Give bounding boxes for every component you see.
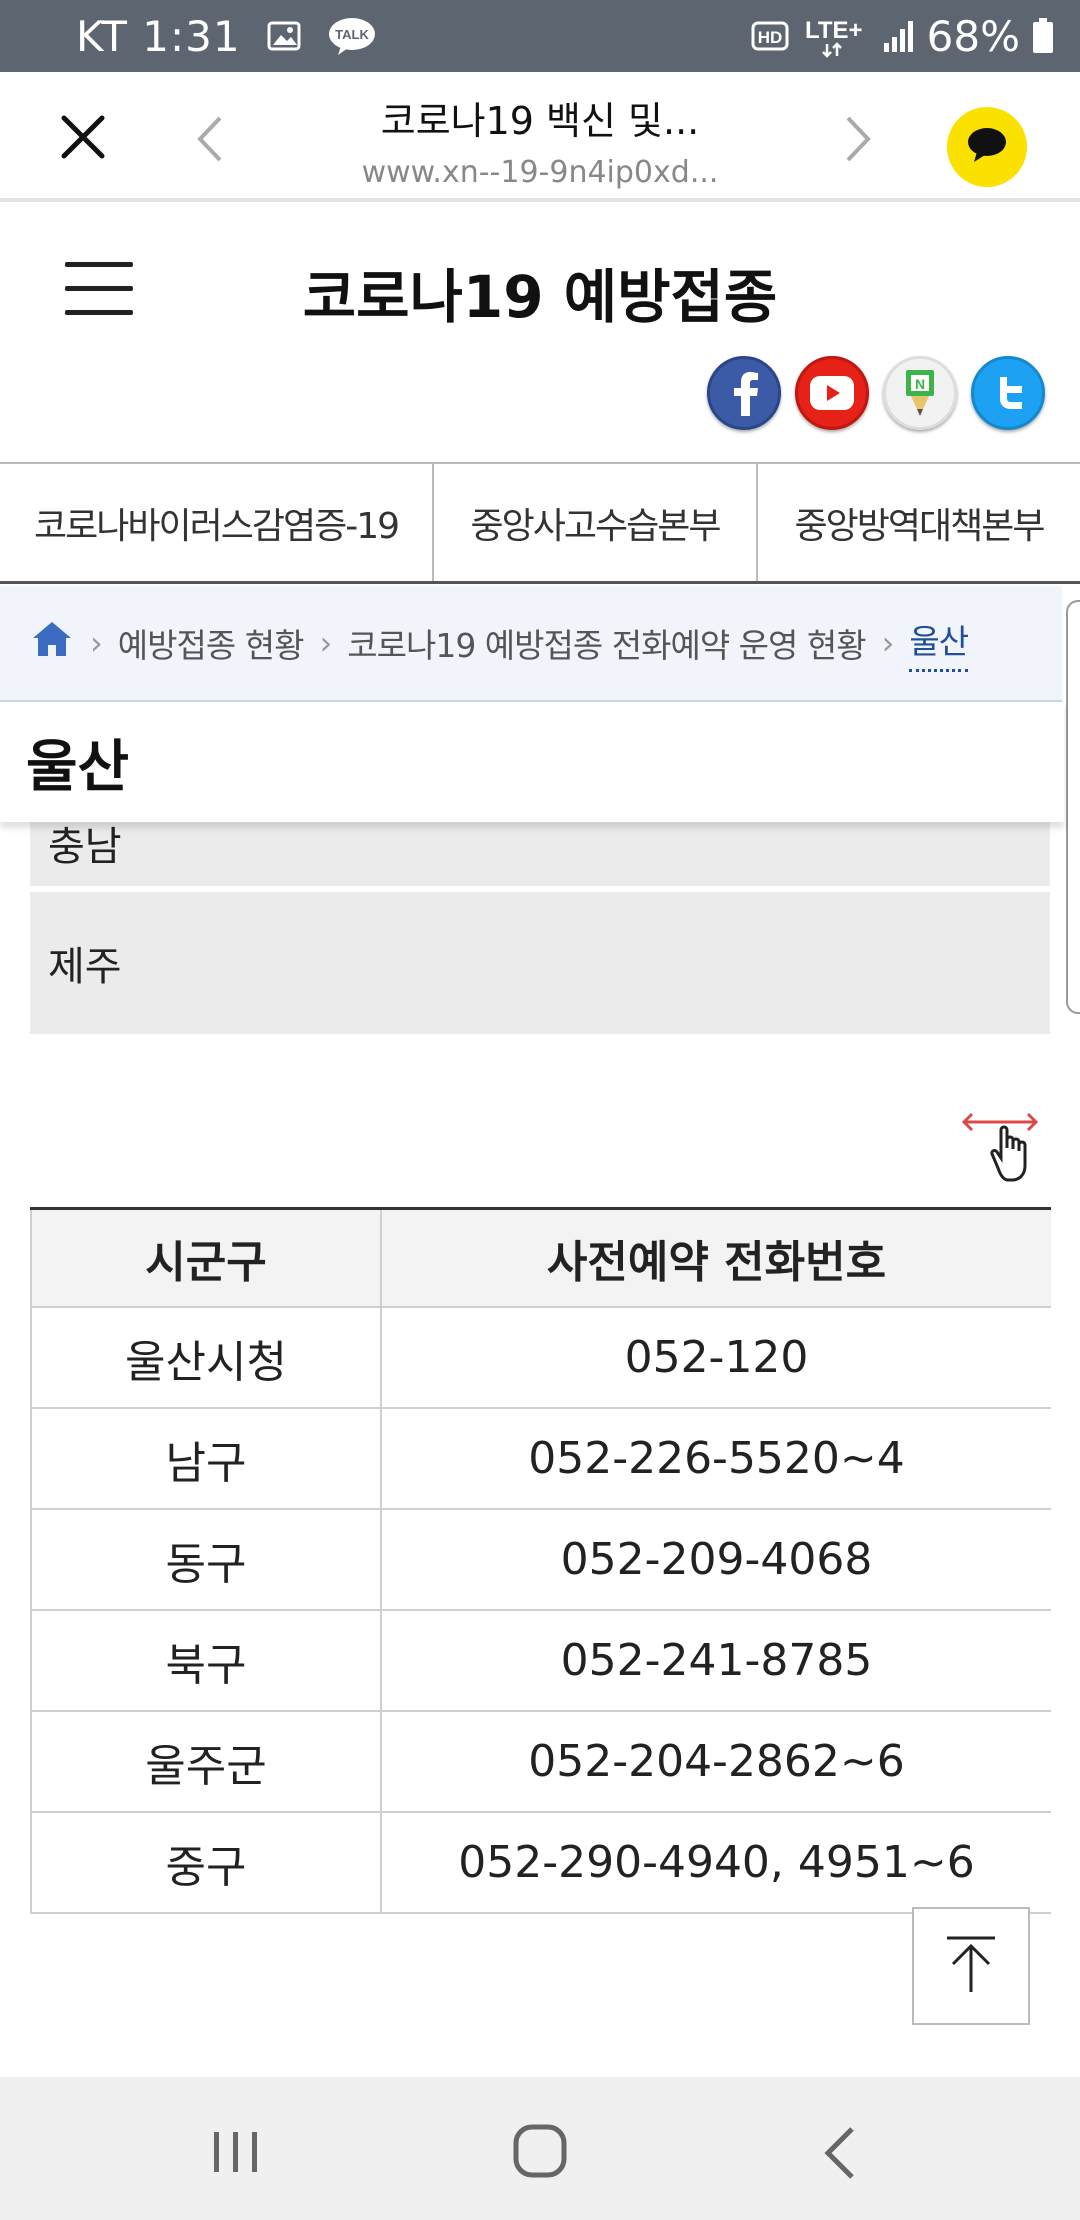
breadcrumb-separator-icon: › xyxy=(319,624,332,662)
category-tabs: 코로나바이러스감염증-19 중앙사고수습본부 중앙방역대책본부 xyxy=(0,462,1080,584)
phone-reservation-table: 시군구 사전예약 전화번호 울산시청 052-120 남구 052-226-55… xyxy=(30,1207,1051,1914)
district-cell: 울산시청 xyxy=(30,1306,382,1409)
tab-coronavirus[interactable]: 코로나바이러스감염증-19 xyxy=(0,464,432,581)
breadcrumb-separator-icon: › xyxy=(881,624,895,662)
android-navigation-bar xyxy=(0,2077,1080,2220)
phone-cell[interactable]: 052-241-8785 xyxy=(380,1609,1051,1712)
district-cell: 동구 xyxy=(30,1508,382,1611)
status-bar: KT 1:31 TALK HD LTE+ 68% xyxy=(0,0,1080,72)
region-item-jeju[interactable]: 제주 xyxy=(30,892,1050,1034)
carrier-time: KT 1:31 xyxy=(76,11,241,61)
phone-reservation-table-wrapper[interactable]: 시군구 사전예약 전화번호 울산시청 052-120 남구 052-226-55… xyxy=(30,1207,1051,1914)
tab-central-disaster-hq[interactable]: 중앙사고수습본부 xyxy=(432,464,756,581)
forward-chevron-icon[interactable] xyxy=(838,114,878,164)
table-row: 남구 052-226-5520~4 xyxy=(30,1407,1051,1510)
arrow-up-icon xyxy=(941,1932,1001,2000)
chat-bubble-icon xyxy=(965,125,1009,169)
district-cell: 중구 xyxy=(30,1811,382,1914)
svg-text:N: N xyxy=(915,376,925,392)
home-icon[interactable] xyxy=(30,619,74,667)
phone-cell[interactable]: 052-120 xyxy=(380,1306,1051,1409)
back-chevron-icon[interactable] xyxy=(190,114,230,164)
lte-icon: LTE+ xyxy=(803,14,871,58)
phone-cell[interactable]: 052-209-4068 xyxy=(380,1508,1051,1611)
breadcrumb-item[interactable]: 예방접종 현황 xyxy=(118,619,305,667)
table-header-row: 시군구 사전예약 전화번호 xyxy=(30,1207,1051,1308)
column-header-phone: 사전예약 전화번호 xyxy=(380,1207,1051,1308)
back-icon[interactable] xyxy=(820,2125,860,2181)
edge-panel-handle[interactable] xyxy=(1066,600,1080,1014)
battery-icon xyxy=(1032,18,1054,54)
gallery-icon xyxy=(267,21,301,51)
talk-badge-label: TALK xyxy=(335,27,369,42)
recent-apps-icon[interactable] xyxy=(206,2127,266,2177)
table-row: 울주군 052-204-2862~6 xyxy=(30,1710,1051,1813)
tab-central-quarantine-hq[interactable]: 중앙방역대책본부 xyxy=(756,464,1080,581)
district-cell: 남구 xyxy=(30,1407,382,1510)
hd-badge: HD xyxy=(751,19,791,53)
browser-title-area: 코로나19 백신 및... www.xn--19-9n4ip0xd... xyxy=(330,90,750,190)
breadcrumb: › 예방접종 현황 › 코로나19 예방접종 전화예약 운영 현황 › 울산 xyxy=(0,586,1062,702)
column-header-district: 시군구 xyxy=(30,1207,382,1308)
district-cell: 북구 xyxy=(30,1609,382,1712)
region-label: 충남 xyxy=(48,824,122,870)
table-row: 북구 052-241-8785 xyxy=(30,1609,1051,1712)
hd-label: HD xyxy=(757,28,782,47)
breadcrumb-current[interactable]: 울산 xyxy=(909,615,969,672)
breadcrumb-separator-icon: › xyxy=(90,624,103,662)
youtube-icon[interactable] xyxy=(795,356,869,430)
kakao-share-button[interactable] xyxy=(947,107,1027,187)
browser-page-title: 코로나19 백신 및... xyxy=(380,99,700,143)
site-title: 코로나19 예방접종 xyxy=(302,263,778,331)
facebook-icon[interactable] xyxy=(707,356,781,430)
page-title: 울산 xyxy=(0,702,1064,822)
phone-cell[interactable]: 052-204-2862~6 xyxy=(380,1710,1051,1813)
horizontal-scroll-hint-icon xyxy=(960,1108,1050,1188)
scroll-to-top-button[interactable] xyxy=(912,1907,1030,2025)
social-links: N xyxy=(707,356,1045,430)
browser-url: www.xn--19-9n4ip0xd... xyxy=(361,155,719,190)
naver-blog-icon[interactable]: N xyxy=(883,356,957,430)
table-row: 중구 052-290-4940, 4951~6 xyxy=(30,1811,1051,1914)
table-row: 동구 052-209-4068 xyxy=(30,1508,1051,1611)
in-app-browser-toolbar: 코로나19 백신 및... www.xn--19-9n4ip0xd... xyxy=(0,72,1080,202)
region-label: 제주 xyxy=(48,944,122,990)
signal-icon xyxy=(883,19,915,53)
table-row: 울산시청 052-120 xyxy=(30,1306,1051,1409)
district-cell: 울주군 xyxy=(30,1710,382,1813)
phone-cell[interactable]: 052-290-4940, 4951~6 xyxy=(380,1811,1051,1914)
phone-cell[interactable]: 052-226-5520~4 xyxy=(380,1407,1051,1510)
close-icon[interactable] xyxy=(58,112,108,162)
network-label: LTE+ xyxy=(805,17,863,44)
kakaotalk-icon: TALK xyxy=(327,16,377,56)
battery-percent: 68% xyxy=(926,11,1020,61)
twitter-icon[interactable] xyxy=(971,356,1045,430)
home-button-icon[interactable] xyxy=(512,2123,568,2179)
breadcrumb-item[interactable]: 코로나19 예방접종 전화예약 운영 현황 xyxy=(347,619,866,667)
